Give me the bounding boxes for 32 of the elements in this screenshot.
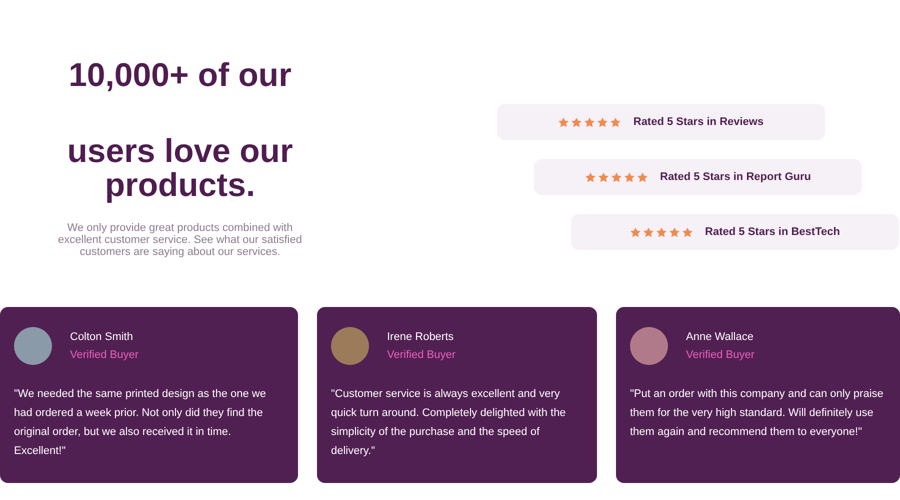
verified-label: Verified Buyer xyxy=(686,348,754,363)
star-icon xyxy=(597,116,608,128)
reviewer-name: Colton Smith xyxy=(70,330,134,344)
star-icon xyxy=(656,226,668,238)
testimonial-quote: "Put an order with this company and can only praise them for the very high standard. Will definitely use them again and recommend them to everyone!" xyxy=(630,387,884,440)
reviewer-name: Irene Roberts xyxy=(387,330,455,344)
verified-label: Verified Buyer xyxy=(70,348,138,363)
rating-label: Rated 5 Stars in Reviews xyxy=(633,114,764,130)
star-icon xyxy=(558,116,570,128)
star-icon xyxy=(584,116,596,128)
star-icon xyxy=(610,116,622,128)
testimonial-quote: "Customer service is always excellent and very quick turn around. Completely delighted with the simplicity of the purchase and the speed of delivery." xyxy=(331,387,567,459)
rating-label: Rated 5 Stars in Report Guru xyxy=(660,170,811,185)
avatar-placeholder xyxy=(630,327,668,365)
headline: 10,000+ of our users love our products. xyxy=(66,58,294,202)
star-icon xyxy=(611,172,622,182)
testimonial-quote: "We needed the same printed design as the one we had ordered a week prior. Not only did they find the original order, but we also received it in time. Excellent!" xyxy=(14,387,267,459)
star-icon xyxy=(571,116,582,128)
intro-text: We only provide great products combined with excellent customer service. See what our satisfied customers are saying about our services. xyxy=(57,222,303,258)
reviewer-name: Anne Wallace xyxy=(686,330,754,344)
star-icon xyxy=(624,172,635,182)
star-icon xyxy=(669,226,680,238)
avatar-placeholder xyxy=(14,327,52,365)
star-icon xyxy=(585,172,596,182)
verified-label: Verified Buyer xyxy=(387,348,456,363)
star-icon xyxy=(682,226,694,238)
star-icon xyxy=(643,226,654,238)
avatar-placeholder xyxy=(331,327,369,365)
rating-label: Rated 5 Stars in BestTech xyxy=(705,224,840,240)
star-icon xyxy=(630,226,642,238)
star-icon xyxy=(637,172,648,182)
star-icon xyxy=(598,172,609,182)
